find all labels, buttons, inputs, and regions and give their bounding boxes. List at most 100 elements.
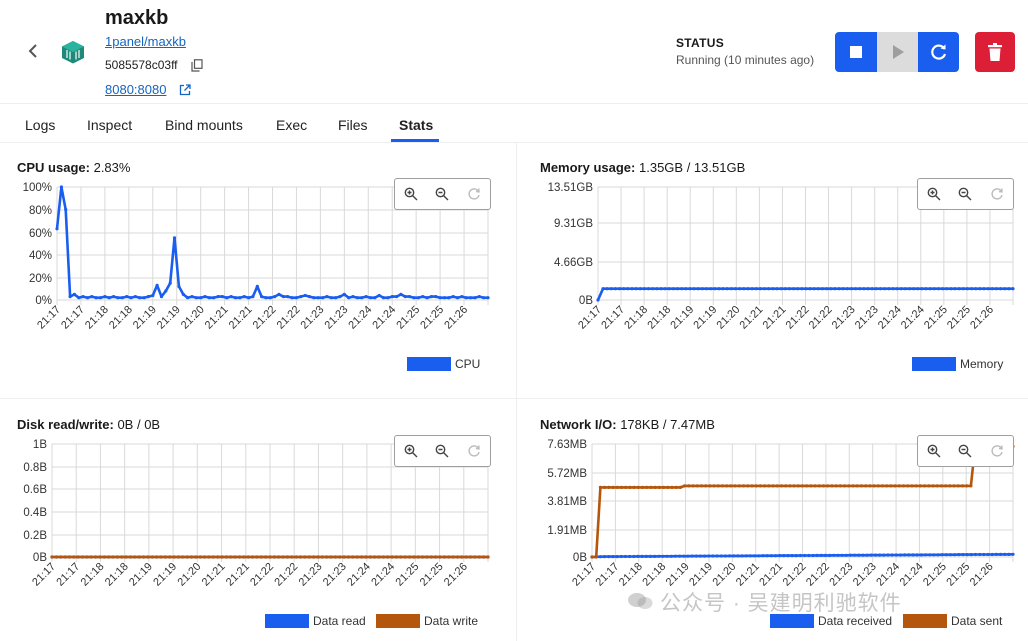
cpu-data-point — [260, 295, 264, 299]
disk-data-point — [50, 555, 54, 559]
network-data-point — [788, 484, 792, 488]
network-data-point — [683, 484, 687, 488]
disk-data-point — [124, 555, 128, 559]
cpu-data-point — [233, 296, 238, 300]
disk-zoom-out-button[interactable] — [432, 441, 452, 461]
memory-reset-zoom-button[interactable] — [987, 184, 1007, 204]
network-x-tick-label: 21:23 — [851, 561, 879, 589]
cpu-zoom-out-button[interactable] — [432, 184, 452, 204]
network-data-point — [607, 485, 611, 489]
memory-data-point — [820, 287, 825, 291]
network-data-point — [805, 484, 809, 488]
network-data-point — [778, 554, 782, 558]
network-data-point — [859, 484, 864, 488]
disk-data-point — [368, 555, 372, 559]
cpu-data-point — [203, 295, 207, 299]
network-reset-zoom-button[interactable] — [987, 441, 1007, 461]
zoom-out-icon — [958, 444, 972, 458]
memory-data-point — [883, 287, 887, 291]
disk-data-point — [285, 555, 289, 559]
memory-data-point — [622, 287, 626, 291]
memory-x-tick-label: 21:17 — [599, 304, 627, 332]
disk-data-point — [312, 555, 316, 559]
cpu-zoom-in-button[interactable] — [401, 184, 421, 204]
cpu-data-point — [85, 296, 90, 300]
network-data-point — [640, 554, 644, 559]
network-data-point — [732, 554, 736, 558]
memory-data-point — [596, 298, 600, 302]
network-sent-legend-item[interactable]: Data sent — [903, 614, 1002, 628]
memory-zoom-out-button[interactable] — [955, 184, 975, 204]
cpu-data-point — [238, 296, 242, 300]
network-data-point — [750, 484, 754, 488]
cpu-y-tick-label: 80% — [29, 205, 52, 217]
network-y-tick-label: 5.72MB — [547, 468, 587, 480]
disk-data-point — [281, 555, 285, 559]
disk-reset-zoom-button[interactable] — [464, 441, 484, 461]
disk-data-point — [111, 555, 115, 559]
network-data-point — [906, 484, 910, 488]
memory-data-point — [671, 287, 676, 291]
memory-data-point — [895, 287, 899, 291]
disk-data-point — [307, 555, 311, 559]
disk-data-point — [429, 555, 433, 559]
disk-data-point — [120, 555, 124, 559]
network-x-tick-label: 21:17 — [570, 561, 598, 589]
disk-write-legend-item[interactable]: Data write — [376, 614, 478, 628]
zoom-out-icon — [435, 444, 449, 458]
memory-y-tick-label: 13.51GB — [548, 182, 594, 194]
cpu-data-point — [159, 295, 164, 299]
memory-zoom-in-button[interactable] — [924, 184, 944, 204]
network-data-point — [948, 484, 952, 488]
disk-data-point — [407, 555, 412, 559]
network-data-point — [686, 554, 690, 558]
disk-x-tick-label: 21:21 — [200, 561, 228, 589]
disk-data-point — [325, 555, 329, 559]
cpu-data-point — [307, 295, 312, 299]
memory-data-point — [899, 287, 903, 291]
cpu-data-point — [155, 283, 159, 287]
network-data-point — [720, 484, 725, 488]
cpu-data-point — [416, 296, 420, 300]
memory-data-point — [771, 287, 775, 291]
memory-data-point — [800, 287, 804, 291]
disk-zoom-in-button[interactable] — [401, 441, 421, 461]
network-data-point — [893, 484, 897, 488]
memory-data-point — [990, 287, 994, 291]
disk-data-point — [159, 555, 163, 559]
network-data-point — [763, 484, 767, 488]
disk-data-point — [338, 555, 342, 559]
memory-data-point — [642, 287, 647, 291]
disk-data-point — [224, 555, 228, 559]
cpu-data-point — [429, 295, 433, 299]
disk-data-point — [115, 555, 119, 559]
memory-legend-item[interactable]: Memory — [912, 357, 1003, 371]
disk-data-point — [351, 555, 355, 559]
disk-data-point — [198, 555, 202, 559]
network-data-point — [994, 552, 998, 557]
network-data-point — [886, 553, 890, 557]
cpu-y-tick-label: 100% — [23, 182, 52, 194]
network-data-point — [758, 484, 763, 488]
cpu-x-tick-label: 21:18 — [107, 304, 135, 332]
cpu-data-point — [138, 296, 142, 300]
network-data-point — [961, 553, 965, 557]
memory-data-point — [651, 287, 655, 291]
disk-data-point — [355, 555, 359, 559]
cpu-legend-item[interactable]: CPU — [407, 357, 480, 371]
cpu-data-point — [164, 289, 168, 293]
cpu-data-point — [229, 295, 233, 299]
memory-data-point — [845, 287, 849, 291]
network-data-point — [687, 484, 691, 488]
network-zoom-in-button[interactable] — [924, 441, 944, 461]
network-zoom-out-button[interactable] — [955, 441, 975, 461]
network-data-point — [851, 484, 855, 488]
network-data-point — [715, 554, 719, 558]
network-data-point — [826, 484, 830, 488]
disk-read-legend-item[interactable]: Data read — [265, 614, 366, 628]
network-data-point — [748, 554, 753, 558]
network-data-point — [834, 484, 838, 488]
cpu-reset-zoom-button[interactable] — [464, 184, 484, 204]
cpu-data-point — [464, 296, 468, 300]
cpu-data-point — [281, 295, 285, 299]
